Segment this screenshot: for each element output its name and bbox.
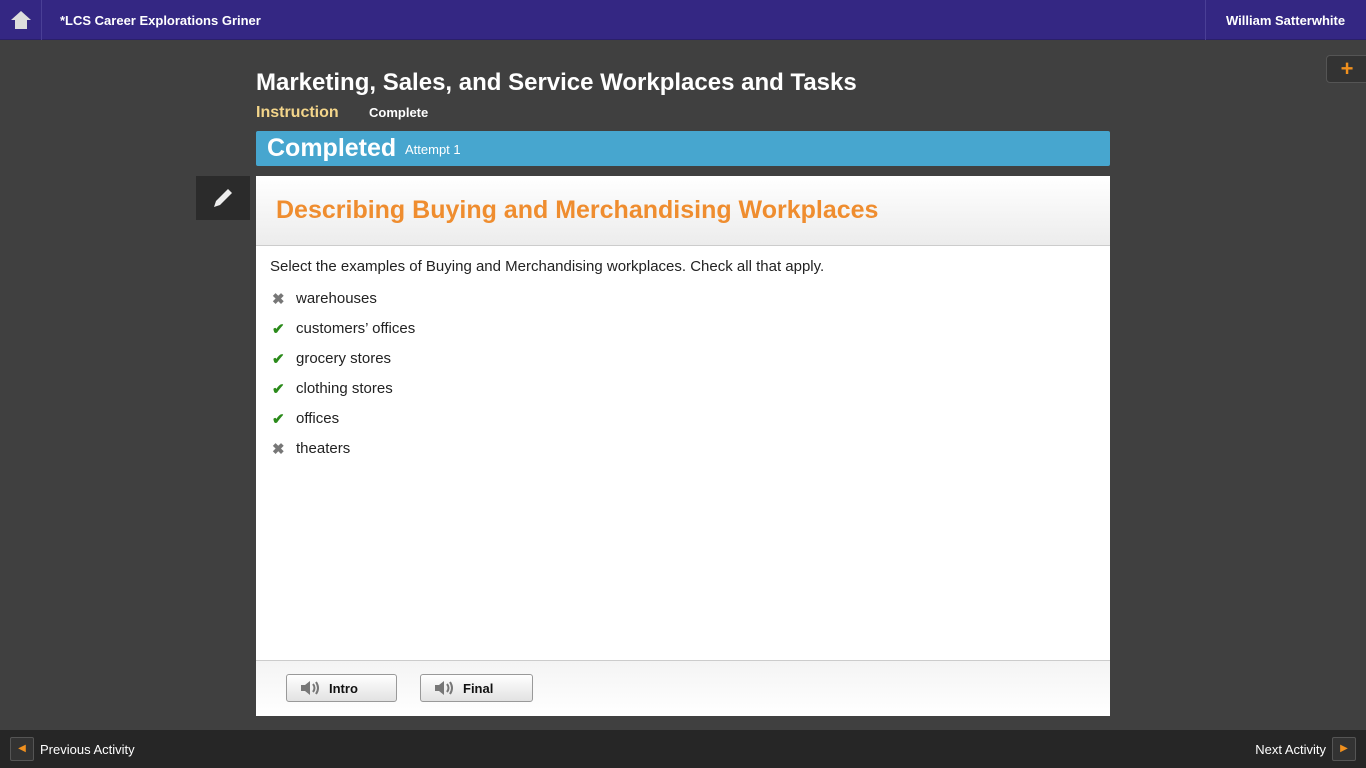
option-item: ✔ customers’ offices: [272, 320, 415, 350]
option-item: ✖ theaters: [272, 440, 415, 470]
section-label: Instruction: [256, 104, 339, 121]
next-activity-label: Next Activity: [1255, 741, 1326, 757]
final-label: Final: [463, 680, 494, 696]
course-title[interactable]: *LCS Career Explorations Griner: [60, 13, 261, 28]
option-label: theaters: [296, 440, 351, 457]
bottom-nav: ◀ Previous Activity Next Activity ▶: [0, 730, 1366, 768]
option-label: warehouses: [296, 290, 377, 307]
notes-button[interactable]: [196, 176, 250, 220]
home-icon: [10, 11, 31, 29]
x-icon: ✖: [272, 291, 285, 308]
speaker-icon: [435, 681, 453, 695]
x-icon: ✖: [272, 441, 285, 458]
option-item: ✔ offices: [272, 410, 415, 440]
option-label: clothing stores: [296, 380, 393, 397]
next-activity-button[interactable]: Next Activity ▶: [1255, 737, 1356, 761]
check-icon: ✔: [272, 321, 285, 338]
intro-label: Intro: [329, 680, 358, 696]
previous-activity-button[interactable]: ◀ Previous Activity: [10, 737, 135, 761]
left-arrow-icon: ◀: [10, 737, 34, 761]
final-audio-button[interactable]: Final: [420, 674, 533, 702]
option-label: customers’ offices: [296, 320, 416, 337]
option-item: ✔ clothing stores: [272, 380, 415, 410]
pencil-icon: [214, 189, 232, 207]
speaker-icon: [301, 681, 319, 695]
right-arrow-icon: ▶: [1332, 737, 1356, 761]
home-button[interactable]: [0, 0, 42, 40]
completion-banner: Completed Attempt 1: [256, 131, 1110, 166]
activity-card: Describing Buying and Merchandising Work…: [256, 176, 1110, 716]
option-item: ✖ warehouses: [272, 290, 415, 320]
option-item: ✔ grocery stores: [272, 350, 415, 380]
user-menu[interactable]: William Satterwhite: [1205, 0, 1366, 40]
attempt-label: Attempt 1: [405, 142, 461, 157]
options-list: ✖ warehouses ✔ customers’ offices ✔ grocery s…: [272, 290, 415, 470]
activity-footer: Intro Final: [256, 660, 1110, 716]
activity-heading: Describing Buying and Merchandising Work…: [276, 196, 879, 224]
question-text: Select the examples of Buying and Mercha…: [270, 258, 825, 275]
previous-activity-label: Previous Activity: [40, 741, 135, 757]
expand-plus-button[interactable]: +: [1326, 55, 1366, 83]
check-icon: ✔: [272, 381, 285, 398]
page-title: Marketing, Sales, and Service Workplaces…: [256, 69, 857, 96]
option-label: offices: [296, 410, 340, 427]
check-icon: ✔: [272, 411, 285, 428]
option-label: grocery stores: [296, 350, 392, 367]
intro-audio-button[interactable]: Intro: [286, 674, 397, 702]
check-icon: ✔: [272, 351, 285, 368]
completion-status: Completed: [267, 134, 397, 162]
section-status: Complete: [369, 105, 429, 120]
top-bar: *LCS Career Explorations Griner William …: [0, 0, 1366, 40]
